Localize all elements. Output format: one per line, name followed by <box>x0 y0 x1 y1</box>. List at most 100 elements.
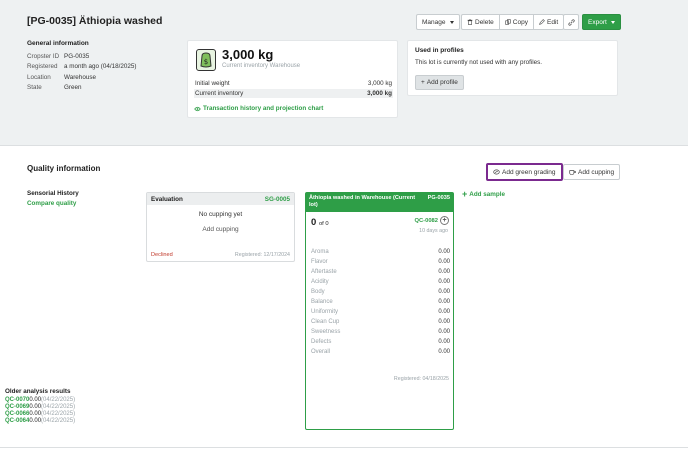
attribute-name: Aroma <box>311 249 329 255</box>
profiles-heading: Used in profiles <box>415 47 464 54</box>
attribute-value: 0.00 <box>438 279 450 285</box>
attribute-row: Overall 0.00 <box>311 349 450 355</box>
older-date: (04/22/2025) <box>41 397 76 403</box>
current-lot-header: Äthiopia washed in Warehouse (Current lo… <box>306 193 453 212</box>
attribute-value: 0.00 <box>438 329 450 335</box>
attribute-name: Acidity <box>311 279 329 285</box>
current-inventory-label: Current inventory <box>195 90 244 97</box>
attribute-row: Acidity 0.00 <box>311 279 450 285</box>
attribute-name: Uniformity <box>311 309 339 315</box>
attribute-value: 0.00 <box>438 259 450 265</box>
edit-button[interactable]: Edit <box>532 14 565 30</box>
transaction-history-link[interactable]: Transaction history and projection chart <box>194 105 323 112</box>
older-score: 0.00 <box>29 397 42 403</box>
trash-icon <box>467 19 473 25</box>
initial-weight-row: Initial weight 3,000 kg <box>194 79 393 88</box>
list-item: QC-00690.00(04/22/2025) <box>5 404 75 410</box>
list-item: QC-00640.00(04/22/2025) <box>5 418 75 424</box>
field-value: Warehouse <box>64 73 96 81</box>
field-value: a month ago (04/18/2025) <box>64 63 137 71</box>
sensorial-history-heading: Sensorial History <box>27 190 79 197</box>
export-dropdown[interactable]: Export <box>582 14 621 30</box>
older-date: (04/22/2025) <box>41 418 76 424</box>
add-cupping-button[interactable]: Add cupping <box>563 164 621 180</box>
copy-icon <box>505 19 511 25</box>
field-label: Location <box>27 73 51 81</box>
no-cupping-text: No cupping yet <box>198 211 243 218</box>
divider <box>0 447 688 448</box>
attribute-name: Body <box>311 289 325 295</box>
link-button[interactable] <box>563 14 579 30</box>
score: 0 of 0 <box>311 217 329 228</box>
add-sample-label: Add sample <box>469 191 505 198</box>
attribute-row: Body 0.00 <box>311 289 450 295</box>
current-inventory-value: 3,000 kg <box>367 90 392 97</box>
older-date: (04/22/2025) <box>41 411 76 417</box>
list-item: QC-00660.00(04/22/2025) <box>5 411 75 417</box>
registered-date: Registered: 12/17/2024 <box>234 252 290 258</box>
add-profile-button[interactable]: + Add profile <box>415 75 464 90</box>
manage-dropdown[interactable]: Manage <box>416 14 460 30</box>
attribute-name: Defects <box>311 339 332 345</box>
compare-quality-link[interactable]: Compare quality <box>27 200 79 207</box>
profiles-text: This lot is currently not used with any … <box>415 59 543 66</box>
add-cupping-link[interactable]: Add cupping <box>147 226 294 233</box>
older-score: 0.00 <box>29 404 42 410</box>
qc-code-link[interactable]: QC-0082 <box>414 218 438 224</box>
plus-icon: + <box>421 79 425 86</box>
add-green-grading-button[interactable]: Add green grading <box>486 163 563 181</box>
general-heading: General information <box>27 40 89 47</box>
attribute-name: Sweetness <box>311 329 341 335</box>
evaluation-code-link[interactable]: SG-0005 <box>265 196 290 203</box>
attribute-name: Overall <box>311 349 331 355</box>
copy-label: Copy <box>512 18 528 26</box>
older-results-heading: Older analysis results <box>5 388 71 395</box>
attribute-row: Defects 0.00 <box>311 339 450 345</box>
attribute-name: Clean Cup <box>311 319 340 325</box>
older-code-link[interactable]: QC-0066 <box>5 411 29 417</box>
cup-icon <box>569 170 576 175</box>
add-profile-label: Add profile <box>426 79 458 86</box>
attribute-row: Balance 0.00 <box>311 299 450 305</box>
status-badge: Declined <box>151 252 173 258</box>
inventory-card: $ 3,000 kg Current inventory Warehouse I… <box>187 40 398 118</box>
older-code-link[interactable]: QC-0069 <box>5 404 29 410</box>
inventory-subtitle: Current inventory Warehouse <box>222 63 301 69</box>
coffee-bag-icon: $ <box>196 49 216 71</box>
attribute-value: 0.00 <box>438 309 450 315</box>
older-code-link[interactable]: QC-0070 <box>5 397 29 403</box>
field-label: State <box>27 84 42 92</box>
export-label: Export <box>588 18 607 26</box>
attribute-value: 0.00 <box>438 349 450 355</box>
field-value: Green <box>64 84 82 92</box>
table-row: State Green <box>27 83 140 94</box>
current-lot-title: Äthiopia washed in Warehouse (Current lo… <box>309 195 416 208</box>
attribute-name: Flavor <box>311 259 328 265</box>
toolbar: Manage <box>416 14 460 30</box>
table-row: Location Warehouse <box>27 72 140 83</box>
attribute-name: Aftertaste <box>311 269 337 275</box>
list-item: QC-00700.00(04/22/2025) <box>5 397 75 403</box>
evaluation-card: Evaluation SG-0005 No cupping yet Add cu… <box>146 192 295 262</box>
plus-icon: + <box>462 189 468 199</box>
table-row: Cropster ID PG-0035 <box>27 51 140 62</box>
quality-title: Quality information <box>27 164 101 173</box>
general-information: General information Cropster ID PG-0035 R… <box>27 40 140 93</box>
add-green-grading-label: Add green grading <box>502 168 556 176</box>
svg-text:$: $ <box>204 58 208 66</box>
transaction-history-label: Transaction history and projection chart <box>203 105 324 112</box>
add-sample-button[interactable]: + Add sample <box>462 190 505 199</box>
delete-button[interactable]: Delete <box>461 14 500 30</box>
older-code-link[interactable]: QC-0064 <box>5 418 29 424</box>
current-inventory-row: Current inventory 3,000 kg <box>194 89 393 98</box>
field-label: Registered <box>27 63 58 71</box>
add-circle-icon[interactable]: + <box>440 216 449 225</box>
chevron-down-icon <box>449 20 454 24</box>
current-lot-code[interactable]: PG-0035 <box>428 195 450 210</box>
attribute-row: Flavor 0.00 <box>311 259 450 265</box>
copy-button[interactable]: Copy <box>498 14 534 30</box>
attribute-row: Aftertaste 0.00 <box>311 269 450 275</box>
initial-weight-value: 3,000 kg <box>367 80 392 87</box>
qc-timestamp: 10 days ago <box>419 228 448 234</box>
delete-label: Delete <box>475 18 494 26</box>
